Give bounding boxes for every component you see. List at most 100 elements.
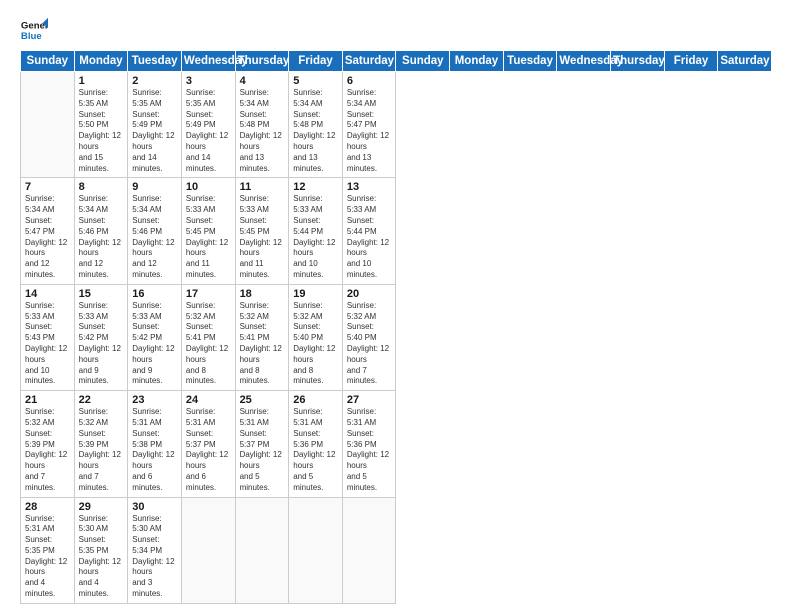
svg-text:Blue: Blue	[21, 31, 42, 42]
day-number: 29	[79, 501, 124, 513]
calendar-cell: 6Sunrise: 5:34 AM Sunset: 5:47 PM Daylig…	[342, 72, 396, 178]
calendar-cell: 5Sunrise: 5:34 AM Sunset: 5:48 PM Daylig…	[289, 72, 343, 178]
day-number: 21	[25, 394, 70, 406]
calendar-cell: 3Sunrise: 5:35 AM Sunset: 5:49 PM Daylig…	[181, 72, 235, 178]
calendar-cell: 28Sunrise: 5:31 AM Sunset: 5:35 PM Dayli…	[21, 497, 75, 603]
day-info: Sunrise: 5:31 AM Sunset: 5:37 PM Dayligh…	[240, 407, 285, 493]
day-number: 27	[347, 394, 392, 406]
calendar-cell	[342, 497, 396, 603]
header: General Blue	[20, 16, 772, 44]
day-info: Sunrise: 5:35 AM Sunset: 5:49 PM Dayligh…	[132, 88, 177, 174]
day-header-monday: Monday	[74, 51, 128, 72]
day-info: Sunrise: 5:35 AM Sunset: 5:49 PM Dayligh…	[186, 88, 231, 174]
day-info: Sunrise: 5:34 AM Sunset: 5:48 PM Dayligh…	[293, 88, 338, 174]
day-number: 30	[132, 501, 177, 513]
day-header-tuesday: Tuesday	[128, 51, 182, 72]
day-number: 23	[132, 394, 177, 406]
day-number: 25	[240, 394, 285, 406]
day-number: 24	[186, 394, 231, 406]
day-info: Sunrise: 5:31 AM Sunset: 5:37 PM Dayligh…	[186, 407, 231, 493]
day-number: 18	[240, 288, 285, 300]
day-number: 1	[79, 75, 124, 87]
calendar-cell: 14Sunrise: 5:33 AM Sunset: 5:43 PM Dayli…	[21, 284, 75, 390]
calendar-cell	[21, 72, 75, 178]
day-info: Sunrise: 5:31 AM Sunset: 5:36 PM Dayligh…	[293, 407, 338, 493]
day-number: 14	[25, 288, 70, 300]
day-info: Sunrise: 5:32 AM Sunset: 5:41 PM Dayligh…	[240, 301, 285, 387]
day-info: Sunrise: 5:34 AM Sunset: 5:46 PM Dayligh…	[79, 194, 124, 280]
calendar-cell: 2Sunrise: 5:35 AM Sunset: 5:49 PM Daylig…	[128, 72, 182, 178]
day-number: 19	[293, 288, 338, 300]
day-info: Sunrise: 5:34 AM Sunset: 5:48 PM Dayligh…	[240, 88, 285, 174]
calendar-cell: 16Sunrise: 5:33 AM Sunset: 5:42 PM Dayli…	[128, 284, 182, 390]
calendar-table: SundayMondayTuesdayWednesdayThursdayFrid…	[20, 50, 772, 604]
day-info: Sunrise: 5:33 AM Sunset: 5:44 PM Dayligh…	[293, 194, 338, 280]
day-info: Sunrise: 5:33 AM Sunset: 5:45 PM Dayligh…	[240, 194, 285, 280]
day-number: 20	[347, 288, 392, 300]
calendar-cell: 15Sunrise: 5:33 AM Sunset: 5:42 PM Dayli…	[74, 284, 128, 390]
logo: General Blue	[20, 16, 48, 44]
col-header-saturday: Saturday	[718, 51, 772, 72]
day-info: Sunrise: 5:32 AM Sunset: 5:40 PM Dayligh…	[347, 301, 392, 387]
day-number: 16	[132, 288, 177, 300]
day-number: 12	[293, 181, 338, 193]
day-number: 3	[186, 75, 231, 87]
day-info: Sunrise: 5:33 AM Sunset: 5:44 PM Dayligh…	[347, 194, 392, 280]
day-header-wednesday: Wednesday	[181, 51, 235, 72]
day-number: 6	[347, 75, 392, 87]
calendar-cell: 21Sunrise: 5:32 AM Sunset: 5:39 PM Dayli…	[21, 391, 75, 497]
day-info: Sunrise: 5:33 AM Sunset: 5:43 PM Dayligh…	[25, 301, 70, 387]
col-header-tuesday: Tuesday	[503, 51, 557, 72]
calendar-cell: 30Sunrise: 5:30 AM Sunset: 5:34 PM Dayli…	[128, 497, 182, 603]
day-info: Sunrise: 5:31 AM Sunset: 5:38 PM Dayligh…	[132, 407, 177, 493]
day-info: Sunrise: 5:32 AM Sunset: 5:39 PM Dayligh…	[79, 407, 124, 493]
calendar-cell: 4Sunrise: 5:34 AM Sunset: 5:48 PM Daylig…	[235, 72, 289, 178]
calendar-cell: 19Sunrise: 5:32 AM Sunset: 5:40 PM Dayli…	[289, 284, 343, 390]
day-number: 26	[293, 394, 338, 406]
calendar-cell	[289, 497, 343, 603]
day-number: 2	[132, 75, 177, 87]
col-header-friday: Friday	[664, 51, 718, 72]
day-number: 17	[186, 288, 231, 300]
day-info: Sunrise: 5:33 AM Sunset: 5:42 PM Dayligh…	[79, 301, 124, 387]
calendar-cell: 11Sunrise: 5:33 AM Sunset: 5:45 PM Dayli…	[235, 178, 289, 284]
col-header-thursday: Thursday	[611, 51, 665, 72]
day-info: Sunrise: 5:32 AM Sunset: 5:41 PM Dayligh…	[186, 301, 231, 387]
logo-icon: General Blue	[20, 16, 48, 44]
calendar-cell: 18Sunrise: 5:32 AM Sunset: 5:41 PM Dayli…	[235, 284, 289, 390]
day-number: 9	[132, 181, 177, 193]
day-number: 7	[25, 181, 70, 193]
week-row-1: 1Sunrise: 5:35 AM Sunset: 5:50 PM Daylig…	[21, 72, 772, 178]
calendar-cell: 24Sunrise: 5:31 AM Sunset: 5:37 PM Dayli…	[181, 391, 235, 497]
calendar-cell: 10Sunrise: 5:33 AM Sunset: 5:45 PM Dayli…	[181, 178, 235, 284]
day-info: Sunrise: 5:33 AM Sunset: 5:42 PM Dayligh…	[132, 301, 177, 387]
week-row-4: 21Sunrise: 5:32 AM Sunset: 5:39 PM Dayli…	[21, 391, 772, 497]
day-number: 22	[79, 394, 124, 406]
calendar-cell: 26Sunrise: 5:31 AM Sunset: 5:36 PM Dayli…	[289, 391, 343, 497]
day-info: Sunrise: 5:31 AM Sunset: 5:35 PM Dayligh…	[25, 514, 70, 600]
day-number: 11	[240, 181, 285, 193]
col-header-wednesday: Wednesday	[557, 51, 611, 72]
header-row: SundayMondayTuesdayWednesdayThursdayFrid…	[21, 51, 772, 72]
day-number: 15	[79, 288, 124, 300]
day-header-thursday: Thursday	[235, 51, 289, 72]
calendar-cell: 29Sunrise: 5:30 AM Sunset: 5:35 PM Dayli…	[74, 497, 128, 603]
day-header-friday: Friday	[289, 51, 343, 72]
day-info: Sunrise: 5:34 AM Sunset: 5:47 PM Dayligh…	[25, 194, 70, 280]
day-info: Sunrise: 5:34 AM Sunset: 5:46 PM Dayligh…	[132, 194, 177, 280]
day-number: 28	[25, 501, 70, 513]
day-number: 4	[240, 75, 285, 87]
calendar-cell: 9Sunrise: 5:34 AM Sunset: 5:46 PM Daylig…	[128, 178, 182, 284]
day-info: Sunrise: 5:33 AM Sunset: 5:45 PM Dayligh…	[186, 194, 231, 280]
day-info: Sunrise: 5:35 AM Sunset: 5:50 PM Dayligh…	[79, 88, 124, 174]
day-number: 8	[79, 181, 124, 193]
week-row-5: 28Sunrise: 5:31 AM Sunset: 5:35 PM Dayli…	[21, 497, 772, 603]
week-row-2: 7Sunrise: 5:34 AM Sunset: 5:47 PM Daylig…	[21, 178, 772, 284]
day-info: Sunrise: 5:32 AM Sunset: 5:39 PM Dayligh…	[25, 407, 70, 493]
day-info: Sunrise: 5:30 AM Sunset: 5:34 PM Dayligh…	[132, 514, 177, 600]
calendar-cell: 17Sunrise: 5:32 AM Sunset: 5:41 PM Dayli…	[181, 284, 235, 390]
day-info: Sunrise: 5:34 AM Sunset: 5:47 PM Dayligh…	[347, 88, 392, 174]
col-header-monday: Monday	[450, 51, 504, 72]
calendar-page: General Blue SundayMondayTuesdayWednesda…	[0, 0, 792, 612]
day-number: 10	[186, 181, 231, 193]
